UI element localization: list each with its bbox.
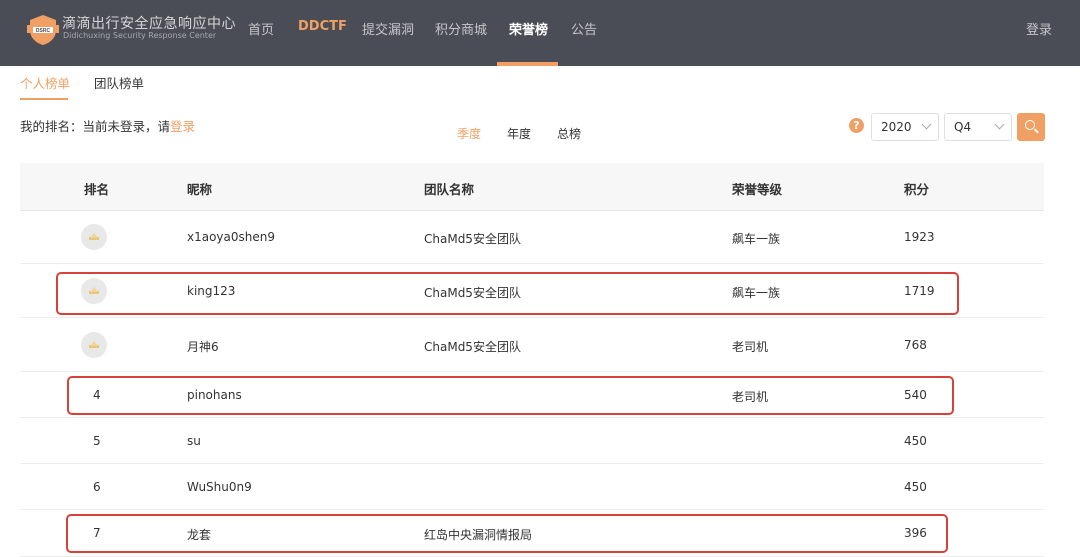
dsrc-shield-logo-icon[interactable]: DSRC: [25, 13, 61, 47]
row-points: 768: [904, 338, 927, 352]
highlight-box: [67, 376, 954, 415]
nav-active-indicator: [497, 62, 558, 66]
table-row[interactable]: 6 WuShu0n9 450: [20, 464, 1044, 510]
tab-personal-ranking[interactable]: 个人榜单: [20, 73, 70, 92]
row-points: 450: [904, 434, 927, 448]
table-row[interactable]: 5 su 450: [20, 418, 1044, 464]
nav-ddctf[interactable]: DDCTF: [298, 19, 347, 34]
header-nickname: 昵称: [187, 182, 213, 197]
row-nickname: x1aoya0shen9: [187, 230, 276, 244]
quarter-select-value: Q4: [954, 120, 972, 134]
search-icon-handle: [1034, 128, 1039, 134]
tab-total[interactable]: 总榜: [557, 125, 581, 142]
row-nickname: su: [187, 434, 201, 448]
logo-text: DSRC: [36, 28, 51, 34]
row-points: 450: [904, 480, 927, 494]
brand-title-cn[interactable]: 滴滴出行安全应急响应中心: [62, 13, 236, 33]
row-level: 老司机: [732, 340, 769, 354]
my-rank-prefix: 我的排名：当前未登录，请: [20, 119, 171, 134]
tab-quarter[interactable]: 季度: [457, 125, 481, 142]
row-nickname: 月神6: [187, 340, 219, 354]
brand-title-en[interactable]: Didichuxing Security Response Center: [63, 31, 216, 40]
header-points: 积分: [904, 182, 930, 197]
row-team: ChaMd5安全团队: [424, 232, 521, 246]
question-icon[interactable]: ?: [849, 118, 864, 133]
row-rank: 6: [93, 480, 101, 494]
gold-medal-icon: [81, 224, 107, 250]
table-row[interactable]: x1aoya0shen9 ChaMd5安全团队 飙车一族 1923: [20, 211, 1044, 264]
chevron-down-icon: [994, 119, 1005, 130]
login-link[interactable]: 登录: [1026, 19, 1052, 38]
chevron-down-icon: [921, 119, 932, 130]
ranking-table-header: 排名 昵称 团队名称 荣誉等级 积分: [20, 163, 1044, 211]
nav-honor-list[interactable]: 荣誉榜: [509, 19, 548, 38]
year-select-value: 2020: [881, 120, 912, 134]
table-row[interactable]: 月神6 ChaMd5安全团队 老司机 768: [20, 318, 1044, 372]
bronze-medal-icon: [81, 332, 107, 358]
subtab-active-indicator: [20, 98, 68, 100]
nav-announcements[interactable]: 公告: [571, 19, 597, 38]
nav-home[interactable]: 首页: [248, 19, 274, 38]
row-team: ChaMd5安全团队: [424, 340, 521, 354]
header-team: 团队名称: [424, 182, 475, 197]
highlight-box: [66, 514, 948, 553]
tab-year[interactable]: 年度: [507, 125, 531, 142]
nav-points-store[interactable]: 积分商城: [435, 19, 487, 38]
highlight-box: [56, 272, 959, 315]
row-points: 1923: [904, 230, 935, 244]
crown-icon: [89, 341, 99, 348]
my-rank-text: 我的排名：当前未登录，请登录: [20, 116, 195, 135]
nav-submit-vuln[interactable]: 提交漏洞: [362, 19, 414, 38]
top-navbar: DSRC 滴滴出行安全应急响应中心 Didichuxing Security R…: [0, 0, 1080, 66]
year-select[interactable]: 2020: [871, 113, 939, 141]
row-nickname: WuShu0n9: [187, 480, 252, 494]
tab-team-ranking[interactable]: 团队榜单: [94, 73, 144, 92]
quarter-select[interactable]: Q4: [944, 113, 1012, 141]
my-rank-login-link[interactable]: 登录: [170, 119, 195, 134]
crown-icon: [89, 233, 99, 240]
search-button[interactable]: [1017, 113, 1045, 141]
row-rank: 5: [93, 434, 101, 448]
row-level: 飙车一族: [732, 232, 781, 246]
header-rank: 排名: [84, 182, 110, 197]
header-level: 荣誉等级: [732, 182, 783, 197]
